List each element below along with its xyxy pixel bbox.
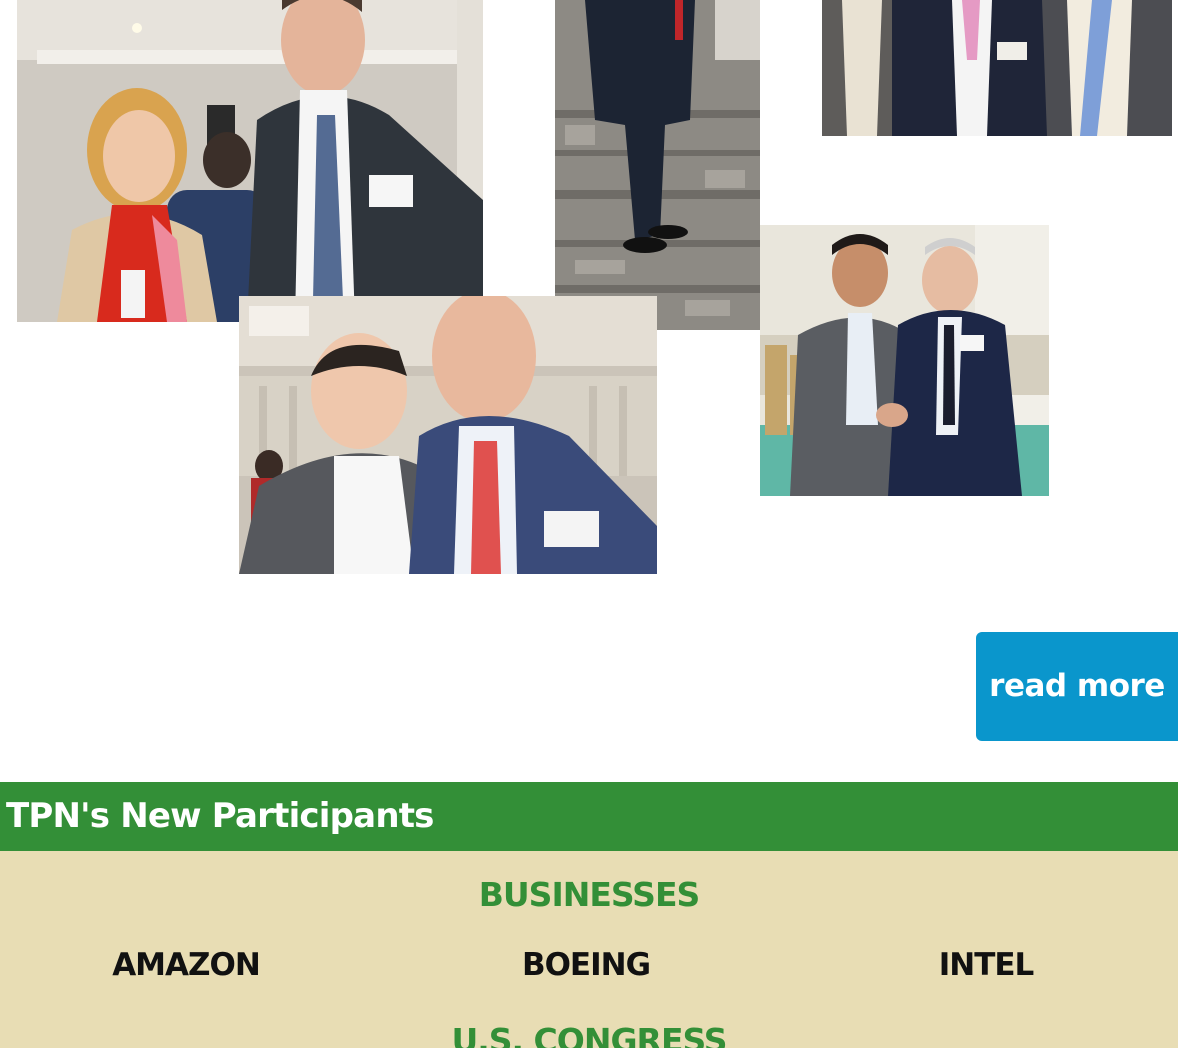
photo-man-standing-carpet [555, 0, 760, 330]
businesses-category-title: BUSINESSES [478, 875, 701, 914]
business-item-boeing: BOEING [521, 947, 651, 983]
business-item-amazon: AMAZON [112, 947, 261, 983]
participants-section-body: BUSINESSES AMAZON BOEING INTEL U.S. CONG… [0, 851, 1178, 1048]
businesses-list: AMAZON BOEING INTEL [0, 947, 1178, 987]
photo-handshake [760, 225, 1049, 496]
business-item-intel: INTEL [938, 947, 1035, 983]
page: read more TPN's New Participants BUSINES… [0, 0, 1178, 1048]
photo-woman-and-man-in-suit [17, 0, 483, 322]
congress-category-title: U.S. CONGRESS [451, 1021, 727, 1048]
photo-two-men-smiling [239, 296, 657, 574]
read-more-button[interactable]: read more [976, 632, 1178, 741]
photo-three-men-suits [822, 0, 1172, 136]
photo-collage [0, 0, 1178, 620]
participants-section-header: TPN's New Participants [0, 782, 1178, 851]
